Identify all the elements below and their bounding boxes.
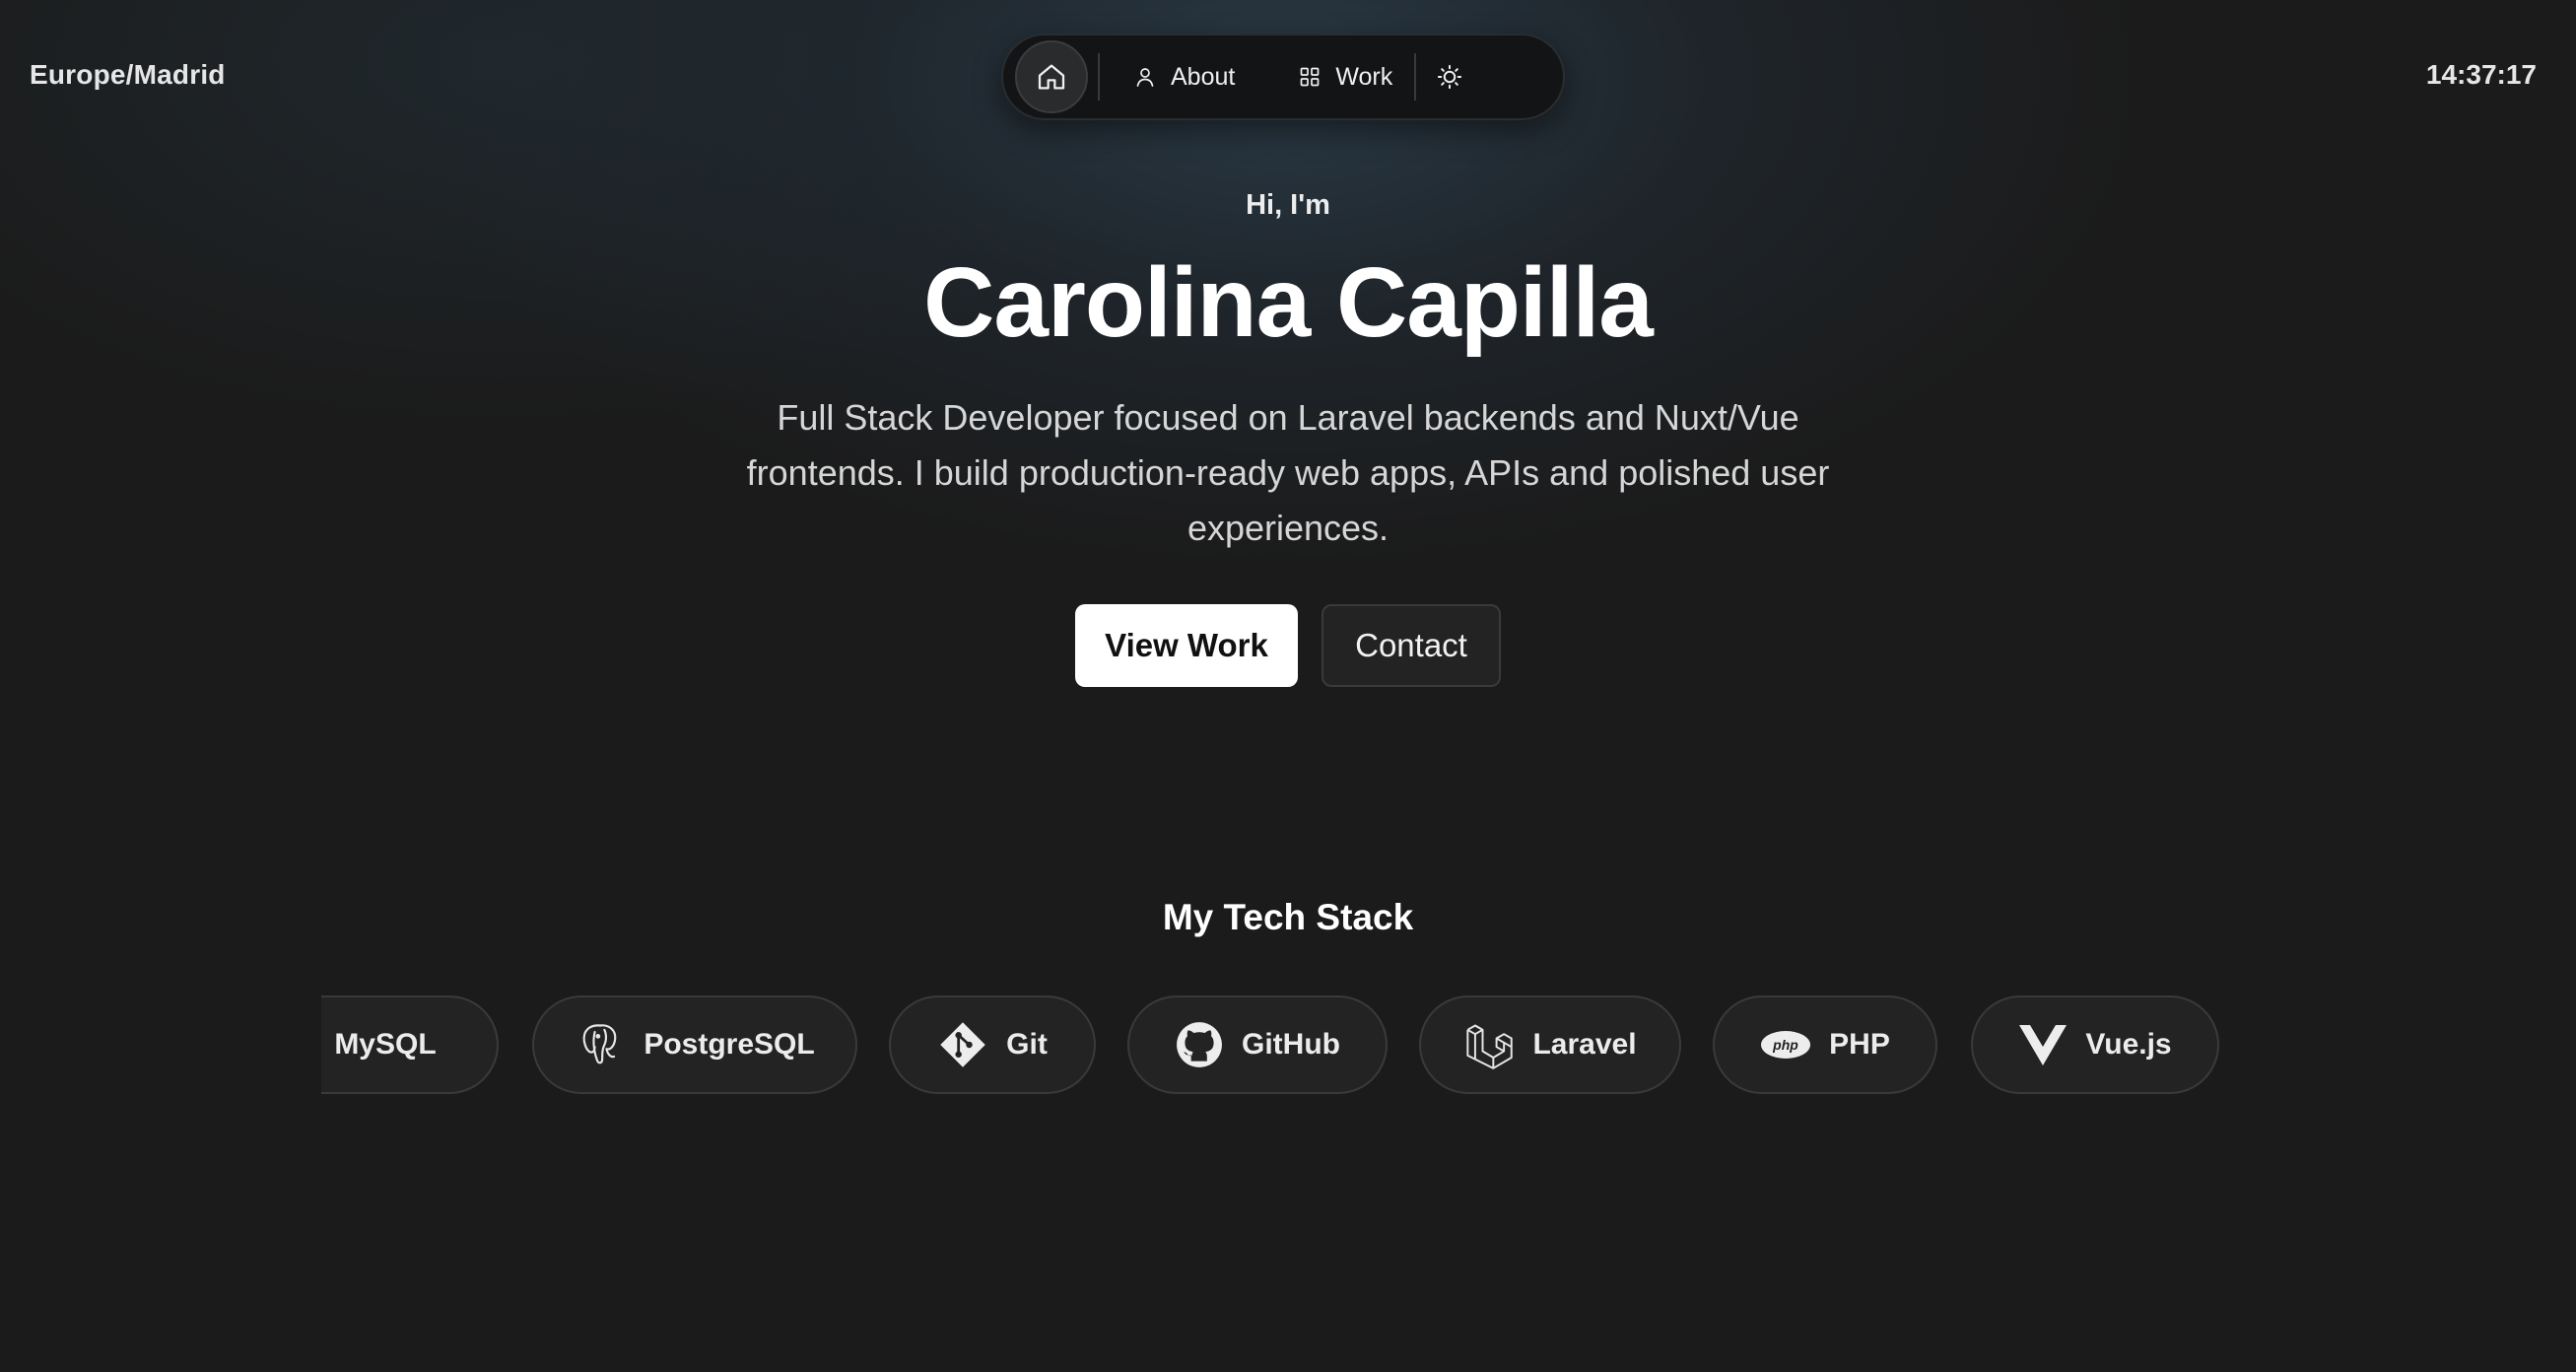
nav-item-about[interactable]: About [1114, 47, 1254, 106]
grid-icon [1300, 67, 1320, 87]
tech-pill-label: Vue.js [2085, 1028, 2172, 1061]
tech-pill-label: Laravel [1532, 1028, 1637, 1061]
tech-pill-label: PHP [1829, 1028, 1890, 1061]
laravel-icon [1466, 1024, 1514, 1069]
tech-pill-vuejs: Vue.js [1971, 995, 2219, 1094]
tech-pill-github: GitHub [1127, 995, 1388, 1094]
nav-divider [1098, 53, 1100, 101]
nav-divider [1414, 53, 1417, 101]
git-icon [940, 1022, 985, 1067]
contact-button[interactable]: Contact [1322, 604, 1501, 687]
timezone-label: Europe/Madrid [30, 59, 226, 90]
theme-toggle-button[interactable] [1420, 47, 1479, 106]
user-icon [1136, 68, 1154, 87]
top-nav: About Work [1001, 34, 1565, 120]
tech-pill-postgresql: PostgreSQL [532, 995, 857, 1094]
clock: 14:37:17 [2425, 59, 2537, 90]
tech-pill-git: Git [889, 995, 1096, 1094]
nav-item-work[interactable]: Work [1278, 47, 1412, 106]
hero-actions: View Work Contact [0, 604, 2576, 687]
home-icon [1038, 64, 1065, 90]
sun-icon [1438, 64, 1462, 90]
hero-name: Carolina Capilla [923, 247, 1654, 358]
tech-stack-title: My Tech Stack [1162, 897, 1414, 937]
tech-pill-label: PostgreSQL [644, 1028, 815, 1061]
tech-pill-label: GitHub [1242, 1028, 1340, 1061]
github-icon [1177, 1022, 1222, 1067]
nav-home-button[interactable] [1015, 40, 1088, 113]
nav-item-label: About [1171, 62, 1236, 91]
tech-pill-laravel: Laravel [1419, 995, 1681, 1094]
hero-greeting: Hi, I'm [1246, 189, 1330, 221]
view-work-button[interactable]: View Work [1075, 604, 1298, 687]
nav-item-label: Work [1335, 62, 1393, 91]
tech-pill-mysql: MySQL [321, 995, 499, 1094]
postgresql-icon [582, 1024, 617, 1064]
tech-pill-label: MySQL [334, 1028, 437, 1061]
php-icon: php [1761, 1031, 1811, 1059]
tech-pill-label: Git [1006, 1028, 1048, 1061]
page: Europe/Madrid 14:37:17 About Work Hi, I'… [0, 0, 2576, 1372]
vuejs-icon [2019, 1025, 2068, 1065]
svg-text:php: php [1772, 1037, 1798, 1053]
hero-intro: Full Stack Developer focused on Laravel … [746, 397, 1830, 548]
tech-stack-carousel: MySQL PostgreSQL Git GitHub Laravel php … [321, 995, 2219, 1094]
tech-pill-php: php PHP [1713, 995, 1937, 1094]
